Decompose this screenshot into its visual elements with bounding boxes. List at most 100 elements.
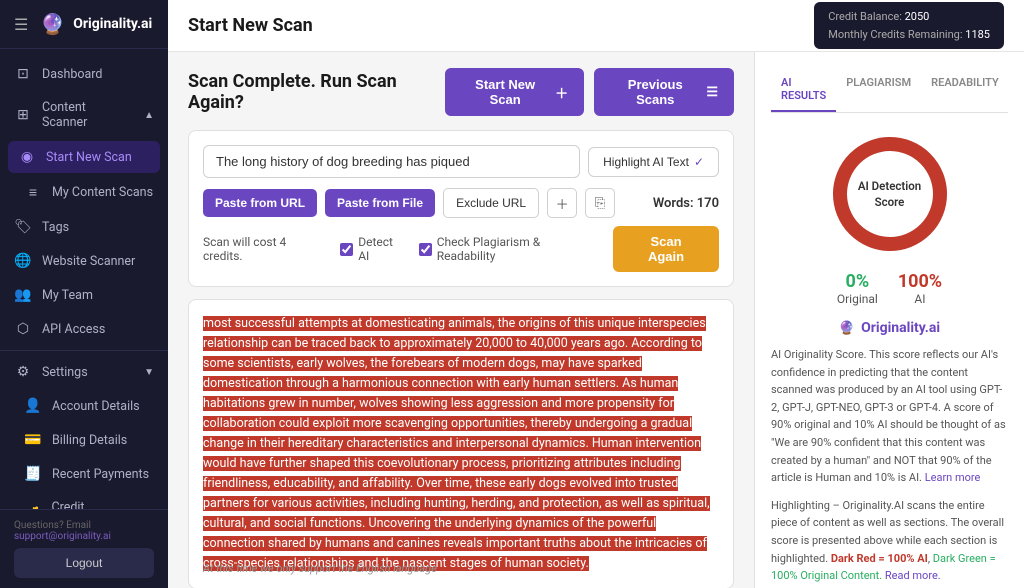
paste-url-button[interactable]: Paste from URL	[203, 189, 317, 217]
checkmark-icon: ✓	[694, 155, 704, 169]
start-new-scan-button[interactable]: Start New Scan ＋	[445, 68, 584, 116]
website-scanner-icon: 🌐	[14, 253, 32, 269]
result-description: AI Originality Score. This score reflect…	[771, 346, 1008, 487]
detect-ai-checkbox[interactable]	[340, 243, 353, 256]
ai-label: AI	[898, 292, 942, 306]
tab-plagiarism[interactable]: PLAGIARISM	[836, 68, 921, 112]
donut-text: AI Detection Score	[858, 178, 921, 210]
ai-pct: 100%	[898, 271, 942, 292]
sidebar-nav: ⊡ Dashboard ⊞ Content Scanner ▲ ◉ Start …	[0, 49, 168, 509]
start-new-scan-label: Start New Scan	[461, 77, 549, 107]
sidebar-item-label: API Access	[42, 322, 105, 337]
sidebar-item-label: My Content Scans	[52, 185, 153, 200]
topbar: Start New Scan Credit Balance: 2050 Mont…	[168, 0, 1024, 52]
scan-input-area: Highlight AI Text ✓ Paste from URL Paste…	[188, 130, 734, 287]
sidebar-item-tags[interactable]: 🏷 Tags	[0, 210, 168, 244]
sidebar-footer: Questions? Email support@originality.ai …	[0, 509, 168, 588]
donut-chart: AI Detection Score	[825, 129, 955, 259]
sidebar-item-start-new-scan[interactable]: ◉ Start New Scan	[8, 141, 160, 173]
add-icon-button[interactable]: ＋	[547, 188, 577, 218]
menu-icon[interactable]: ☰	[14, 15, 28, 34]
sidebar: ☰ 🔮 Originality.ai ⊡ Dashboard ⊞ Content…	[0, 0, 168, 588]
sidebar-header: ☰ 🔮 Originality.ai	[0, 0, 168, 49]
tab-ai-results[interactable]: AI RESULTS	[771, 68, 836, 112]
sidebar-item-account-details[interactable]: 👤 Account Details	[0, 389, 168, 423]
ai-score: 100% AI	[898, 271, 942, 306]
credit-balance-value: 2050	[905, 10, 930, 23]
scan-cost: Scan will cost 4 credits.	[203, 235, 328, 263]
start-scan-icon: ◉	[18, 149, 36, 165]
logout-button[interactable]: Logout	[14, 548, 154, 578]
sidebar-item-api-access[interactable]: ⬡ API Access	[0, 312, 168, 346]
sidebar-item-settings[interactable]: ⚙ Settings ▼	[0, 355, 168, 389]
right-panel: AI RESULTS PLAGIARISM READABILITY	[754, 52, 1024, 588]
sidebar-item-label: Website Scanner	[42, 254, 135, 269]
tab-readability[interactable]: READABILITY	[921, 68, 1009, 112]
check-plagiarism-checkbox-label[interactable]: Check Plagiarism & Readability	[419, 235, 601, 263]
sidebar-item-billing-details[interactable]: 💳 Billing Details	[0, 423, 168, 457]
brand-name: Originality.ai	[73, 16, 152, 32]
highlight-ai-text-button[interactable]: Highlight AI Text ✓	[588, 147, 719, 177]
sidebar-item-label: Content Scanner	[42, 100, 134, 130]
originality-brand: 🔮 Originality.ai	[771, 320, 1008, 336]
sidebar-item-content-scanner[interactable]: ⊞ Content Scanner ▲	[0, 91, 168, 139]
paste-file-button[interactable]: Paste from File	[325, 189, 435, 217]
exclude-url-button[interactable]: Exclude URL	[443, 188, 539, 218]
payments-icon: 🧾	[24, 466, 42, 482]
sidebar-item-label: Tags	[42, 220, 69, 235]
tags-icon: 🏷	[14, 219, 32, 235]
sidebar-item-label: Start New Scan	[46, 150, 132, 165]
sidebar-item-label: Recent Payments	[52, 467, 149, 482]
api-icon: ⬡	[14, 321, 32, 337]
sidebar-item-label: Billing Details	[52, 433, 127, 448]
logo-icon: 🔮	[40, 12, 65, 36]
left-panel: Scan Complete. Run Scan Again? Start New…	[168, 52, 754, 588]
detect-ai-label: Detect AI	[358, 235, 407, 263]
score-labels: 0% Original 100% AI	[771, 271, 1008, 306]
scan-complete-title: Scan Complete. Run Scan Again?	[188, 71, 445, 113]
scan-actions: Start New Scan ＋ Previous Scans ☰	[445, 68, 734, 116]
copy-icon-button[interactable]: ⎘	[585, 188, 615, 218]
scan-again-button[interactable]: Scan Again	[613, 226, 719, 272]
sidebar-item-label: My Team	[42, 288, 93, 303]
read-more-link[interactable]: Read more.	[885, 569, 941, 582]
monthly-credits-label: Monthly Credits Remaining:	[828, 28, 962, 41]
settings-icon: ⚙	[14, 364, 32, 380]
check-plagiarism-label: Check Plagiarism & Readability	[437, 235, 601, 263]
sidebar-item-my-team[interactable]: 👥 My Team	[0, 278, 168, 312]
chevron-up-icon: ▲	[144, 110, 154, 121]
detect-ai-checkbox-label[interactable]: Detect AI	[340, 235, 407, 263]
sidebar-item-label: Dashboard	[42, 67, 102, 82]
scan-settings: Scan will cost 4 credits. Detect AI Chec…	[203, 226, 719, 272]
previous-scans-button[interactable]: Previous Scans ☰	[594, 68, 734, 116]
page-title: Start New Scan	[188, 15, 798, 36]
support-email-link[interactable]: support@originality.ai	[14, 531, 111, 542]
previous-scans-label: Previous Scans	[610, 77, 700, 107]
sidebar-item-my-content-scans[interactable]: ≡ My Content Scans	[0, 175, 168, 210]
text-content-area: most successful attempts at domesticatin…	[188, 299, 734, 588]
result-highlight-note: Highlighting – Originality.AI scans the …	[771, 497, 1008, 585]
highlight-btn-label: Highlight AI Text	[603, 155, 689, 169]
account-icon: 👤	[24, 398, 42, 414]
sidebar-item-dashboard[interactable]: ⊡ Dashboard	[0, 57, 168, 91]
team-icon: 👥	[14, 287, 32, 303]
highlighted-text: most successful attempts at domesticatin…	[203, 316, 710, 571]
plus-icon: ＋	[555, 83, 568, 102]
sidebar-item-credit-subscription[interactable]: 💰 Credit Subscription	[0, 491, 168, 509]
sidebar-item-label: Credit Subscription	[51, 500, 154, 509]
dark-red-label: Dark Red = 100% AI	[831, 552, 928, 565]
support-text: Questions? Email support@originality.ai	[14, 520, 154, 542]
sidebar-item-website-scanner[interactable]: 🌐 Website Scanner	[0, 244, 168, 278]
billing-icon: 💳	[24, 432, 42, 448]
content-area: Scan Complete. Run Scan Again? Start New…	[168, 52, 1024, 588]
donut-container: AI Detection Score	[771, 129, 1008, 259]
scan-text-input[interactable]	[203, 145, 580, 178]
main-area: Start New Scan Credit Balance: 2050 Mont…	[168, 0, 1024, 588]
check-plagiarism-checkbox[interactable]	[419, 243, 432, 256]
dashboard-icon: ⊡	[14, 66, 32, 82]
brand-logo-icon: 🔮	[839, 321, 855, 336]
word-count: Words: 170	[653, 196, 719, 211]
content-scanner-icon: ⊞	[14, 107, 32, 123]
sidebar-item-recent-payments[interactable]: 🧾 Recent Payments	[0, 457, 168, 491]
learn-more-link[interactable]: Learn more	[925, 471, 981, 484]
